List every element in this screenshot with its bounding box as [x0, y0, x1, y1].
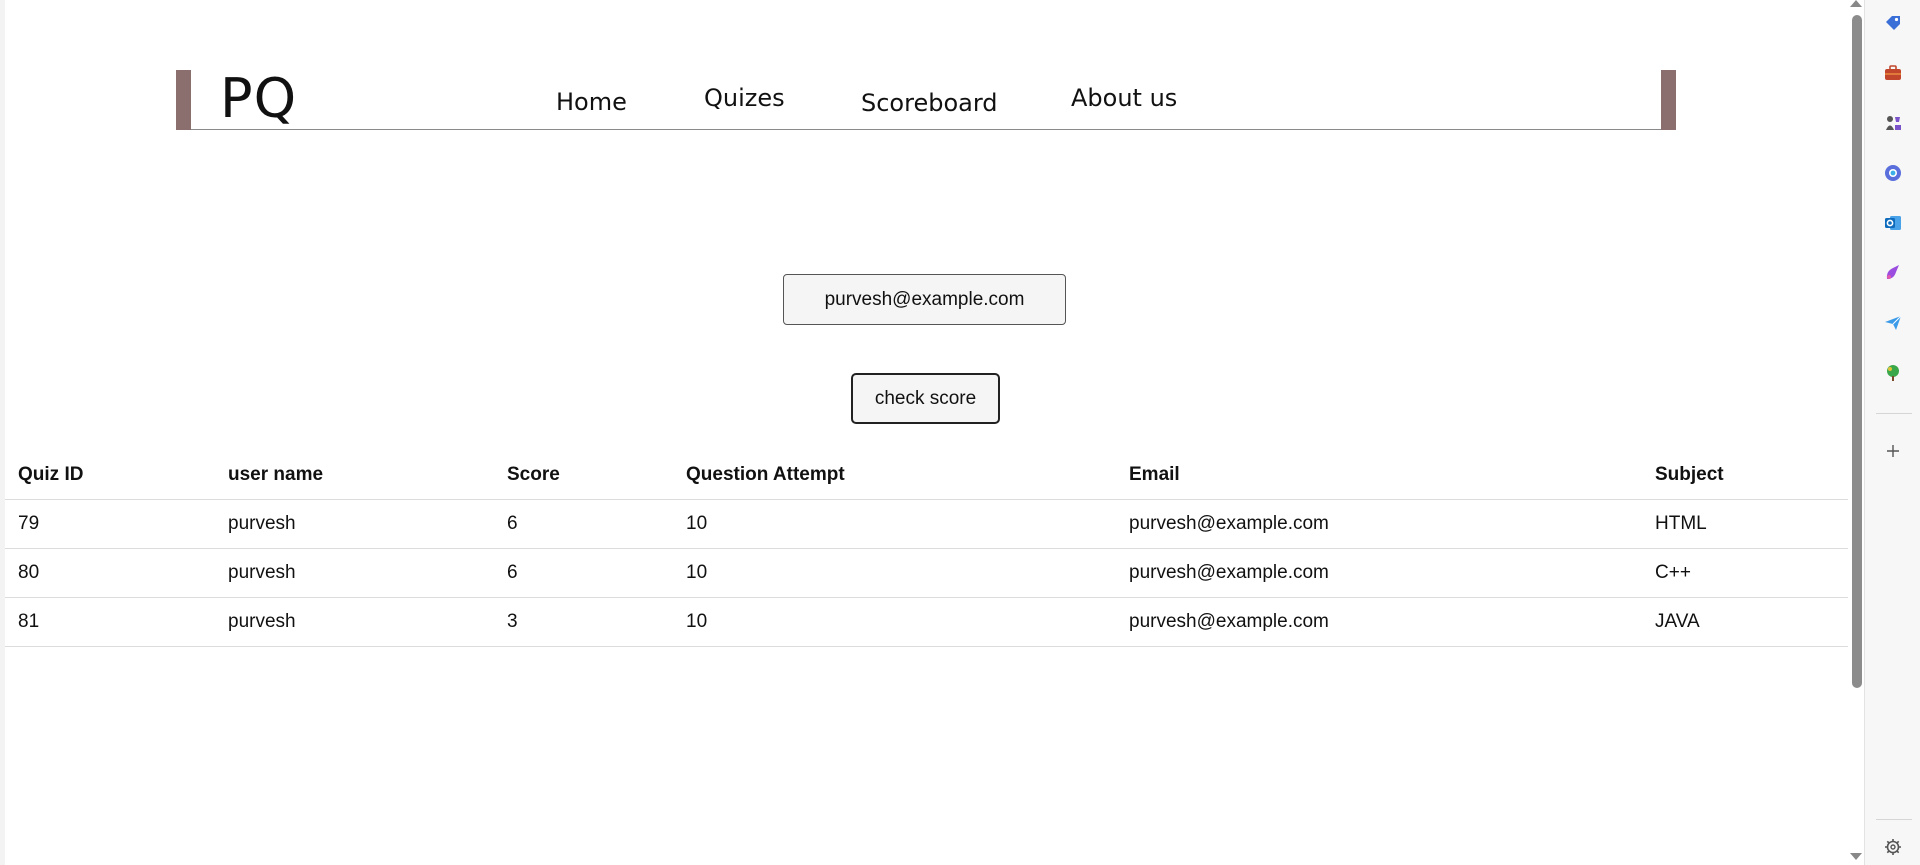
cell-subject: JAVA	[1642, 597, 1848, 647]
nav-about-us[interactable]: About us	[1071, 86, 1177, 110]
cell-user-name: purvesh	[215, 499, 494, 549]
cell-score: 3	[494, 597, 673, 647]
cell-quiz-id: 79	[5, 499, 215, 549]
scroll-up-arrow[interactable]	[1850, 0, 1862, 7]
site-logo[interactable]: PQ	[220, 72, 297, 126]
header-accent-left	[176, 70, 191, 130]
cell-subject: HTML	[1642, 499, 1848, 549]
email-input[interactable]	[783, 274, 1066, 325]
cell-email: purvesh@example.com	[1116, 548, 1642, 598]
page: PQ Home Quizes Scoreboard About us check…	[5, 0, 1848, 865]
table-row: 79 purvesh 6 10 purvesh@example.com HTML	[5, 499, 1848, 549]
nav-quizes[interactable]: Quizes	[704, 86, 785, 110]
table-header-row: Quiz ID user name Score Question Attempt…	[5, 451, 1848, 500]
tree-icon[interactable]	[1882, 362, 1904, 384]
nav-scoreboard[interactable]: Scoreboard	[861, 91, 998, 115]
col-subject: Subject	[1642, 451, 1848, 500]
designer-icon[interactable]	[1882, 262, 1904, 284]
header-accent-right	[1661, 70, 1676, 130]
gear-icon[interactable]	[1882, 836, 1904, 858]
cell-user-name: purvesh	[215, 548, 494, 598]
scoreboard-table: Quiz ID user name Score Question Attempt…	[5, 451, 1848, 647]
send-icon[interactable]	[1882, 312, 1904, 334]
chess-icon[interactable]	[1882, 112, 1904, 134]
plus-icon[interactable]	[1882, 440, 1904, 462]
cell-question-attempt: 10	[673, 499, 1116, 549]
cell-quiz-id: 80	[5, 548, 215, 598]
briefcase-icon[interactable]	[1882, 62, 1904, 84]
col-question-attempt: Question Attempt	[673, 451, 1116, 500]
col-score: Score	[494, 451, 673, 500]
browser-viewport: PQ Home Quizes Scoreboard About us check…	[0, 0, 1920, 865]
nav-home[interactable]: Home	[556, 90, 627, 114]
side-panel-divider	[1876, 819, 1912, 820]
scroll-down-arrow[interactable]	[1850, 853, 1862, 860]
cell-score: 6	[494, 548, 673, 598]
cell-question-attempt: 10	[673, 597, 1116, 647]
cell-question-attempt: 10	[673, 548, 1116, 598]
office-icon[interactable]	[1882, 162, 1904, 184]
cell-email: purvesh@example.com	[1116, 499, 1642, 549]
table-row: 80 purvesh 6 10 purvesh@example.com C++	[5, 548, 1848, 598]
scroll-thumb[interactable]	[1852, 15, 1862, 688]
cell-score: 6	[494, 499, 673, 549]
site-header: PQ Home Quizes Scoreboard About us	[176, 70, 1676, 130]
tag-icon[interactable]	[1882, 12, 1904, 34]
cell-subject: C++	[1642, 548, 1848, 598]
col-quiz-id: Quiz ID	[5, 451, 215, 500]
side-panel-divider	[1876, 413, 1912, 414]
cell-user-name: purvesh	[215, 597, 494, 647]
table-row: 81 purvesh 3 10 purvesh@example.com JAVA	[5, 597, 1848, 647]
check-score-button[interactable]: check score	[851, 373, 1000, 424]
cell-email: purvesh@example.com	[1116, 597, 1642, 647]
cell-quiz-id: 81	[5, 597, 215, 647]
outlook-icon[interactable]	[1882, 212, 1904, 234]
col-user-name: user name	[215, 451, 494, 500]
col-email: Email	[1116, 451, 1642, 500]
